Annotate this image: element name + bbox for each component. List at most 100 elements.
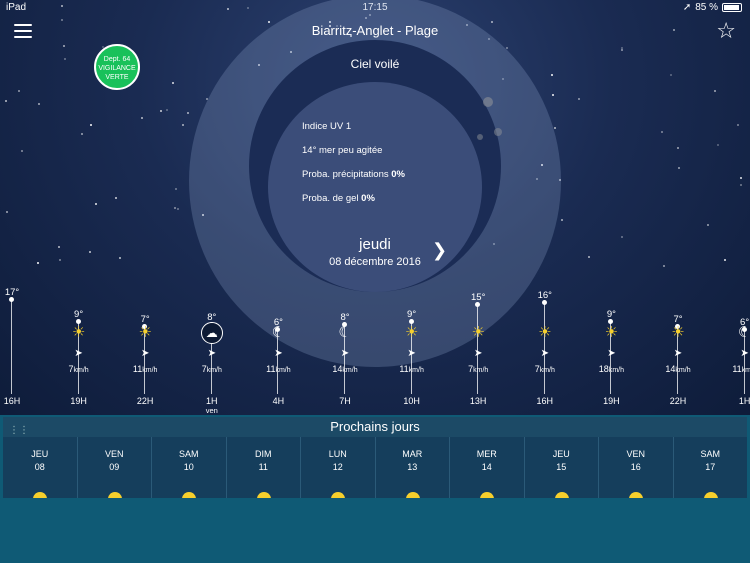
sun-icon: ☀ (71, 324, 86, 341)
sky-condition: Ciel voilé (350, 57, 400, 71)
hour-column[interactable]: 15° ☀ ➤ 7km/h 13H (448, 285, 508, 415)
next-day-name: MER (476, 449, 497, 459)
star (561, 219, 563, 221)
next-day-number: 12 (332, 462, 343, 472)
frost-prob: Proba. de gel 0% (302, 193, 375, 204)
star (670, 74, 672, 76)
star (38, 103, 40, 105)
hour-column[interactable]: 16° ☀ ➤ 7km/h 16H (515, 285, 575, 415)
star (21, 150, 23, 152)
hour-label: 4H (272, 396, 285, 406)
hourly-forecast[interactable]: 17° 16H 9° ☀ ➤ 7km/h 19H 7° ☀ ➤ 11km/h 22H 8° ☁ ➤ 7km/h… (0, 285, 750, 415)
hour-column[interactable]: 17° 16H (0, 285, 42, 415)
hour-column[interactable]: 9° ☀ ➤ 18km/h 19H (581, 285, 641, 415)
star (166, 109, 168, 111)
hour-label: 7H (339, 396, 351, 406)
next-day-number: 10 (183, 462, 194, 472)
sun-icon: ☀ (604, 324, 619, 341)
wind-direction-icon: ➤ (140, 348, 150, 359)
wind-speed: 11km/h (266, 364, 291, 374)
sun-icon (477, 488, 497, 498)
next-day-name: VEN (104, 449, 124, 459)
wind-direction-icon: ➤ (340, 348, 350, 359)
star (707, 224, 709, 226)
next-days-panel: ⋮⋮ Prochains jours JEU 08 VEN 09 SAM 10 DIM 11 L… (0, 415, 750, 563)
moon-icon: ☾ (737, 324, 750, 341)
next-days-header[interactable]: ⋮⋮ Prochains jours (3, 417, 747, 437)
next-day-number: 14 (481, 462, 492, 472)
next-day-item[interactable]: VEN 16 (599, 437, 674, 498)
next-day-item[interactable]: JEU 08 (3, 437, 78, 498)
next-day-name: JEU (552, 449, 570, 459)
sun-icon: ☀ (471, 324, 485, 341)
next-day-number: 16 (630, 462, 641, 472)
star (90, 124, 92, 126)
hour-label: 13H (469, 396, 487, 406)
wind-direction-icon: ➤ (740, 348, 749, 359)
hour-label: 16H (536, 396, 554, 406)
next-day-number: 09 (109, 462, 120, 472)
sun-icon (701, 488, 721, 498)
wind-speed: 11km/h (132, 364, 158, 374)
wind-direction-icon: ➤ (473, 348, 483, 359)
hour-column[interactable]: 6°☾➤11km/h1H (715, 285, 750, 415)
star (95, 203, 97, 205)
location-arrow-icon: ➚ (682, 2, 692, 13)
wind-direction-icon: ➤ (207, 348, 216, 359)
next-day-item[interactable]: JEU 15 (525, 437, 599, 498)
star (61, 19, 63, 21)
hour-label: 19H (603, 396, 620, 406)
battery-percent: 85 % (695, 2, 718, 13)
wind-direction-icon: ➤ (274, 348, 283, 359)
moon-icon: ☾ (271, 324, 286, 341)
hour-column[interactable]: 8° ☁ ➤ 7km/h 1H ven (182, 285, 242, 415)
star (182, 124, 184, 126)
hour-temp: 9° (606, 308, 616, 320)
wind-speed: 14km/h (332, 364, 358, 374)
next-day-number: 08 (34, 462, 45, 472)
star (141, 117, 143, 119)
next-days-title: Prochains jours (330, 419, 420, 434)
star (740, 177, 742, 179)
hour-column[interactable]: 8° ☾ ➤ 14km/h 7H (315, 285, 375, 415)
hour-label: 22H (669, 396, 687, 406)
hour-column[interactable]: 9° ☀ ➤ 11km/h 10H (382, 285, 442, 415)
next-day-item[interactable]: SAM 17 (674, 437, 748, 498)
hour-column[interactable]: 6° ☾ ➤ 11km/h 4H (248, 285, 308, 415)
next-day-chevron-icon[interactable]: ❯ (432, 240, 447, 261)
hour-column[interactable]: 7° ☀ ➤ 11km/h 22H (115, 285, 175, 415)
next-day-number: 17 (705, 462, 716, 472)
day-date: 08 décembre 2016 (329, 256, 421, 268)
star (677, 147, 679, 149)
temp-stem (9, 297, 14, 394)
next-day-item[interactable]: DIM 11 (227, 437, 301, 498)
next-days-row: JEU 08 VEN 09 SAM 10 DIM 11 LUN 12 MAR 13 MER 14 JEU 15… (3, 437, 747, 498)
sun-icon (179, 488, 199, 498)
star (678, 167, 680, 169)
sun-icon (403, 488, 423, 498)
next-day-name: DIM (255, 449, 272, 459)
hour-column[interactable]: 7° ☀ ➤ 14km/h 22H (648, 285, 708, 415)
wind-speed: 18km/h (598, 364, 624, 374)
star (18, 90, 20, 92)
next-day-name: MAR (402, 449, 423, 459)
next-day-name: VEN (626, 449, 645, 459)
next-day-item[interactable]: LUN 12 (301, 437, 376, 498)
sun-icon: ☀ (138, 324, 152, 341)
next-day-item[interactable]: SAM 10 (152, 437, 227, 498)
hour-label: 16H (3, 396, 21, 406)
next-day-item[interactable]: MAR 13 (376, 437, 450, 498)
sun-icon: ☀ (538, 324, 552, 341)
star (740, 184, 742, 186)
next-day-item[interactable]: VEN 09 (78, 437, 152, 498)
star (6, 211, 8, 213)
sea-info: 14° mer peu agitée (302, 145, 383, 156)
location-title[interactable]: Biarritz-Anglet - Plage (0, 23, 750, 38)
next-day-item[interactable]: MER 14 (450, 437, 525, 498)
star (177, 208, 179, 210)
sun-icon: ☀ (404, 324, 419, 341)
wind-speed: 11km/h (399, 364, 424, 374)
sun-icon (30, 488, 50, 498)
battery-icon (722, 3, 742, 12)
hour-column[interactable]: 9° ☀ ➤ 7km/h 19H (49, 285, 109, 415)
